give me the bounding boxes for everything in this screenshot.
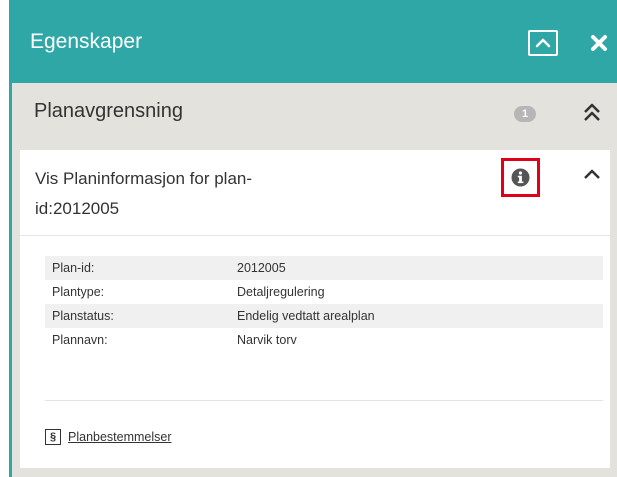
double-chevron-up-icon[interactable] [582, 101, 602, 125]
table-row: Planstatus: Endelig vedtatt arealplan [45, 304, 603, 328]
close-panel-button[interactable] [585, 29, 613, 57]
table-row: Plantype: Detaljregulering [45, 280, 603, 304]
info-icon [511, 168, 530, 187]
collapse-panel-button[interactable] [528, 30, 558, 56]
panel-header: Egenskaper [12, 0, 617, 83]
chevron-up-icon [535, 38, 551, 48]
table-row: Plan-id: 2012005 [45, 256, 603, 280]
divider [20, 235, 610, 236]
properties-panel: Egenskaper Planavgrensning 1 Vis Planinf… [12, 0, 617, 477]
info-button[interactable] [501, 158, 540, 197]
card-title: Vis Planinformasjon for plan-id:2012005 [35, 169, 253, 218]
section-title: Planavgrensning [34, 100, 183, 122]
divider [45, 400, 603, 401]
planbestemmelser-link-label[interactable]: Planbestemmelser [68, 430, 172, 444]
row-value: Endelig vedtatt arealplan [230, 304, 603, 328]
row-key: Plannavn: [52, 333, 108, 347]
paragraph-icon: § [45, 429, 61, 445]
row-value: Narvik torv [237, 333, 297, 347]
section-header-planavgrensning[interactable]: Planavgrensning 1 [20, 83, 617, 140]
row-key: Plantype: [52, 285, 105, 299]
close-icon [591, 35, 607, 51]
row-key: Plan-id: [45, 256, 230, 280]
count-badge: 1 [514, 106, 536, 122]
row-value: Detaljregulering [237, 285, 325, 299]
row-key: Planstatus: [45, 304, 230, 328]
table-row: Plannavn: Narvik torv [45, 328, 603, 352]
plan-info-card: Vis Planinformasjon for plan-id:2012005 … [20, 150, 610, 468]
plan-info-table: Plan-id: 2012005 Plantype: Detaljreguler… [45, 256, 603, 352]
planbestemmelser-link[interactable]: § Planbestemmelser [45, 429, 172, 445]
chevron-up-icon[interactable] [582, 166, 602, 182]
row-value: 2012005 [230, 256, 603, 280]
panel-title: Egenskaper [30, 30, 143, 53]
